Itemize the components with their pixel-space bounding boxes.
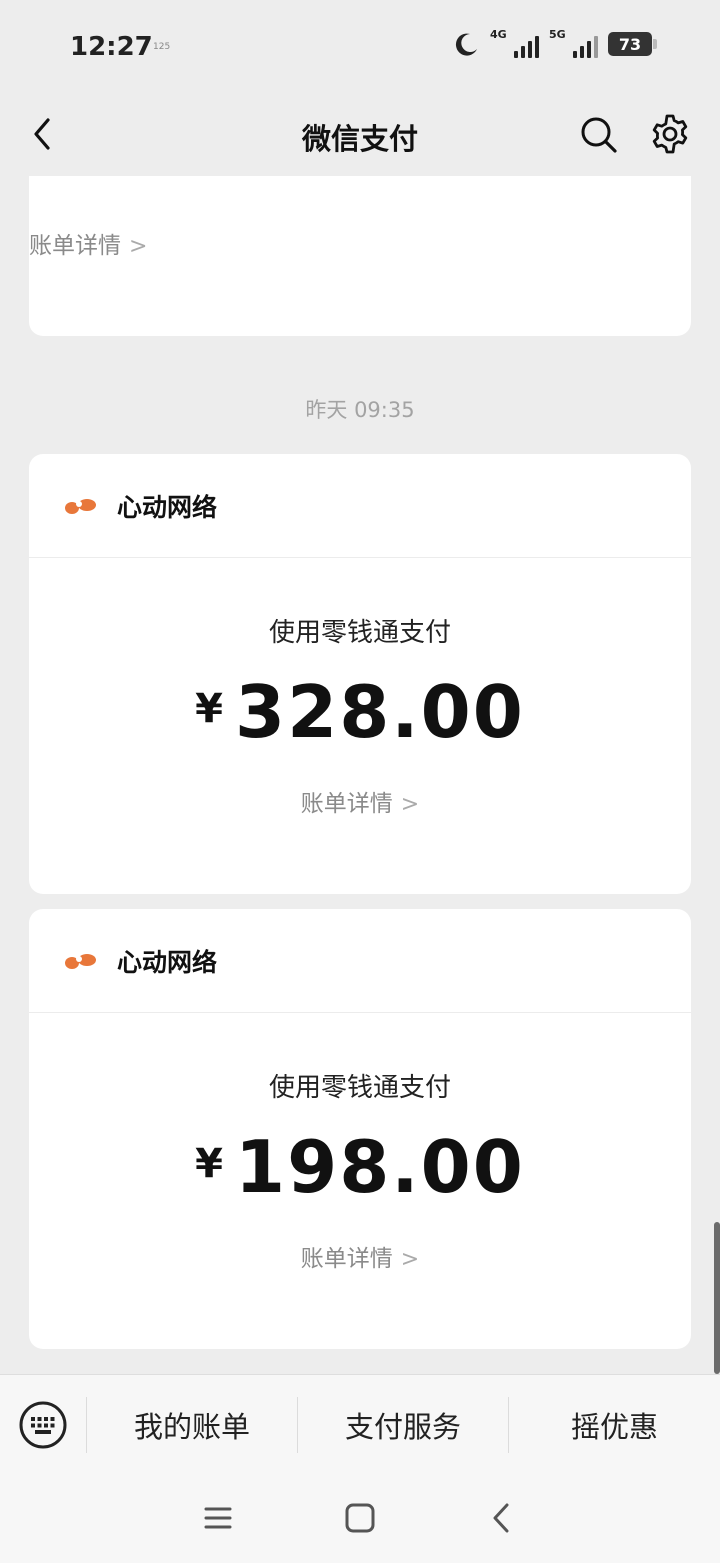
card-body: 使用零钱通支付 ¥ 328.00 账单详情 > bbox=[29, 558, 691, 894]
bill-detail-link[interactable]: 账单详情 > bbox=[29, 226, 691, 260]
system-back-icon[interactable] bbox=[480, 1496, 524, 1540]
card-header: 心动网络 bbox=[29, 454, 691, 558]
message-time: 昨天 09:35 bbox=[305, 398, 415, 422]
payment-method: 使用零钱通支付 bbox=[268, 618, 451, 648]
amount-value: 328.00 bbox=[235, 670, 525, 754]
menu-my-bills[interactable]: 我的账单 bbox=[87, 1375, 297, 1475]
card-header: 心动网络 bbox=[29, 909, 691, 1013]
home-icon[interactable] bbox=[338, 1496, 382, 1540]
merchant-logo-icon bbox=[65, 498, 96, 514]
bill-detail-label: 账单详情 bbox=[300, 1246, 393, 1272]
payment-card[interactable]: 心动网络 使用零钱通支付 ¥ 328.00 账单详情 > bbox=[29, 454, 691, 894]
payment-card[interactable]: 心动网络 使用零钱通支付 ¥ 198.00 账单详情 > bbox=[29, 909, 691, 1349]
payment-method: 使用零钱通支付 bbox=[268, 1073, 451, 1103]
system-nav-bar bbox=[0, 1474, 720, 1563]
battery-icon: 73 bbox=[608, 32, 657, 56]
bill-detail-label: 账单详情 bbox=[29, 233, 121, 259]
payment-amount: ¥ 198.00 bbox=[29, 1129, 691, 1205]
merchant-logo-icon bbox=[65, 953, 96, 969]
scrollbar[interactable] bbox=[714, 1222, 720, 1374]
status-time: 12:27 bbox=[70, 32, 153, 62]
moon-icon bbox=[455, 33, 477, 56]
amount-value: 198.00 bbox=[235, 1125, 525, 1209]
merchant-name: 心动网络 bbox=[117, 492, 218, 522]
partial-payment-card[interactable]: 账单详情 > bbox=[29, 176, 691, 336]
payment-amount: ¥ 328.00 bbox=[29, 674, 691, 750]
search-icon[interactable] bbox=[576, 112, 620, 156]
signal-5g-label: 5G bbox=[549, 28, 566, 41]
currency-symbol: ¥ bbox=[195, 686, 223, 732]
bottom-menu: 我的账单 支付服务 摇优惠 bbox=[0, 1374, 720, 1474]
gear-icon[interactable] bbox=[648, 112, 692, 156]
currency-symbol: ¥ bbox=[195, 1141, 223, 1187]
message-list[interactable]: 账单详情 > 昨天 09:35 心动网络 使用零钱通支付 ¥ 328.00 账单详… bbox=[0, 176, 720, 1374]
merchant-name: 心动网络 bbox=[117, 947, 218, 977]
chevron-right-icon: > bbox=[400, 1247, 420, 1272]
keyboard-icon[interactable] bbox=[18, 1400, 68, 1450]
signal-4g-icon: 4G bbox=[490, 28, 539, 58]
menu-payment-service[interactable]: 支付服务 bbox=[298, 1375, 508, 1475]
signal-4g-label: 4G bbox=[490, 28, 507, 41]
chevron-right-icon: > bbox=[129, 234, 148, 259]
bill-detail-link[interactable]: 账单详情 > bbox=[29, 1239, 691, 1273]
status-icons: 4G 5G 73 bbox=[454, 28, 657, 58]
recent-apps-icon[interactable] bbox=[196, 1496, 240, 1540]
card-body: 使用零钱通支付 ¥ 198.00 账单详情 > bbox=[29, 1013, 691, 1349]
menu-shake-offers[interactable]: 摇优惠 bbox=[509, 1375, 720, 1475]
chevron-right-icon: > bbox=[400, 792, 420, 817]
signal-5g-icon: 5G bbox=[549, 28, 598, 58]
nav-bar: 微信支付 bbox=[0, 96, 720, 176]
status-notification-icon: 125 bbox=[153, 42, 171, 52]
status-bar: 12:27 125 4G 5G 73 bbox=[0, 0, 720, 96]
bill-detail-link[interactable]: 账单详情 > bbox=[29, 784, 691, 818]
bill-detail-label: 账单详情 bbox=[300, 791, 393, 817]
